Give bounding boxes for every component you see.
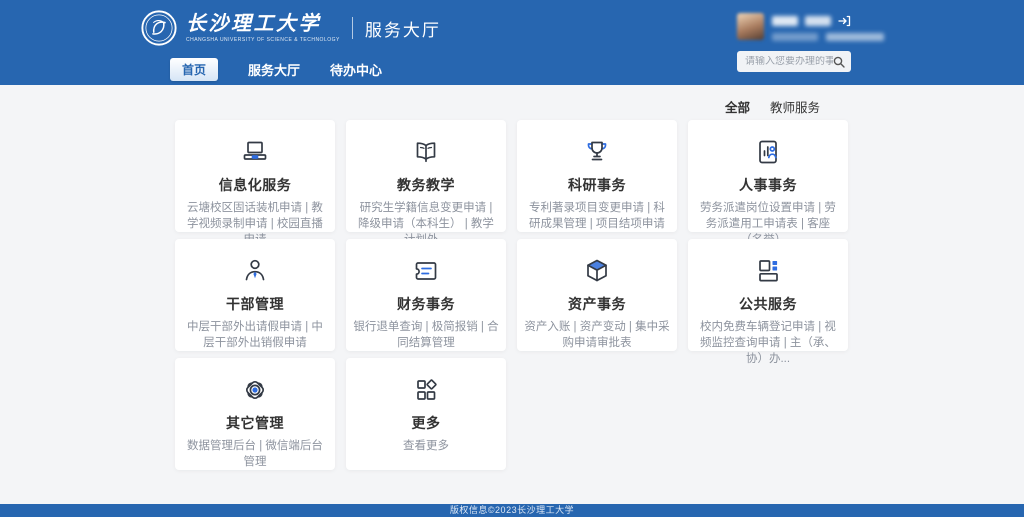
card-title: 财务事务: [346, 294, 506, 314]
trophy-icon: [517, 136, 677, 168]
blocks-icon: [688, 255, 848, 287]
service-card-other[interactable]: 其它管理 数据管理后台 | 微信端后台管理: [175, 358, 335, 470]
user-block: [737, 13, 884, 41]
cube-icon: [517, 255, 677, 287]
service-card-finance[interactable]: 财务事务 银行退单查询 | 极简报销 | 合同结算管理: [346, 239, 506, 351]
laptop-icon: [175, 136, 335, 168]
id-card-person-icon: [688, 136, 848, 168]
search-input[interactable]: [737, 56, 833, 67]
filter-all[interactable]: 全部: [725, 97, 750, 116]
card-desc: 查看更多: [346, 438, 506, 454]
user-dept-redacted: [772, 33, 818, 41]
footer: 版权信息©2023长沙理工大学: [0, 504, 1024, 517]
card-title: 人事事务: [688, 175, 848, 195]
footer-copyright: 版权信息©2023长沙理工大学: [450, 505, 574, 515]
service-card-more[interactable]: 更多 查看更多: [346, 358, 506, 470]
user-id-redacted: [805, 16, 831, 26]
brand: 长沙理工大学 CHANGSHA UNIVERSITY OF SCIENCE & …: [140, 9, 441, 47]
card-desc: 专利著录项目变更申请 | 科研成果管理 | 项目结项申请: [517, 200, 677, 232]
card-title: 公共服务: [688, 294, 848, 314]
university-name-en: CHANGSHA UNIVERSITY OF SCIENCE & TECHNOL…: [186, 37, 340, 43]
card-title: 教务教学: [346, 175, 506, 195]
service-portal-page: 长沙理工大学 CHANGSHA UNIVERSITY OF SCIENCE & …: [0, 0, 1024, 517]
app-header: 长沙理工大学 CHANGSHA UNIVERSITY OF SCIENCE & …: [0, 0, 1024, 85]
grid-more-icon: [346, 374, 506, 406]
open-book-icon: [346, 136, 506, 168]
tab-todo-center[interactable]: 待办中心: [330, 60, 382, 79]
card-title: 其它管理: [175, 413, 335, 433]
user-role-redacted: [826, 33, 884, 41]
service-card-public[interactable]: 公共服务 校内免费车辆登记申请 | 视频监控查询申请 | 主（承、协）办...: [688, 239, 848, 351]
tab-home[interactable]: 首页: [170, 58, 218, 81]
service-card-personnel[interactable]: 人事事务 劳务派遣岗位设置申请 | 劳务派遣用工申请表 | 客座（名誉）...: [688, 120, 848, 232]
ticket-icon: [346, 255, 506, 287]
service-card-info[interactable]: 信息化服务 云塘校区固话装机申请 | 教学视频录制申请 | 校园直播申请: [175, 120, 335, 232]
service-card-cadre[interactable]: 干部管理 中层干部外出请假申请 | 中层干部外出销假申请: [175, 239, 335, 351]
card-title: 更多: [346, 413, 506, 433]
card-desc: 校内免费车辆登记申请 | 视频监控查询申请 | 主（承、协）办...: [688, 319, 848, 367]
service-card-research[interactable]: 科研事务 专利著录项目变更申请 | 科研成果管理 | 项目结项申请: [517, 120, 677, 232]
title-divider: [352, 17, 353, 39]
card-desc: 资产入账 | 资产变动 | 集中采购申请审批表: [517, 319, 677, 351]
service-card-assets[interactable]: 资产事务 资产入账 | 资产变动 | 集中采购申请审批表: [517, 239, 677, 351]
card-title: 干部管理: [175, 294, 335, 314]
logout-icon[interactable]: [838, 15, 851, 27]
user-name-redacted: [772, 16, 798, 26]
service-card-academic[interactable]: 教务教学 研究生学籍信息变更申请 | 降级申请（本科生） | 教学计划外...: [346, 120, 506, 232]
category-filters: 全部 教师服务: [725, 97, 820, 116]
gear-icon: [175, 374, 335, 406]
card-title: 科研事务: [517, 175, 677, 195]
card-title: 资产事务: [517, 294, 677, 314]
card-desc: 银行退单查询 | 极简报销 | 合同结算管理: [346, 319, 506, 351]
university-logo-icon: [140, 9, 178, 47]
card-title: 信息化服务: [175, 175, 335, 195]
user-info-redacted: [772, 13, 884, 41]
search-icon[interactable]: [833, 56, 845, 68]
service-card-grid: 信息化服务 云塘校区固话装机申请 | 教学视频录制申请 | 校园直播申请 教务教…: [175, 120, 855, 470]
search-box: [737, 51, 851, 72]
tab-service-hall[interactable]: 服务大厅: [248, 60, 300, 79]
person-tie-icon: [175, 255, 335, 287]
main-nav: 首页 服务大厅 待办中心: [170, 58, 382, 80]
portal-title: 服务大厅: [365, 16, 441, 41]
university-name: 长沙理工大学: [186, 13, 340, 35]
brand-text: 长沙理工大学 CHANGSHA UNIVERSITY OF SCIENCE & …: [186, 13, 340, 43]
card-desc: 中层干部外出请假申请 | 中层干部外出销假申请: [175, 319, 335, 351]
filter-teacher-services[interactable]: 教师服务: [770, 97, 820, 116]
user-avatar[interactable]: [737, 13, 764, 40]
card-desc: 数据管理后台 | 微信端后台管理: [175, 438, 335, 470]
